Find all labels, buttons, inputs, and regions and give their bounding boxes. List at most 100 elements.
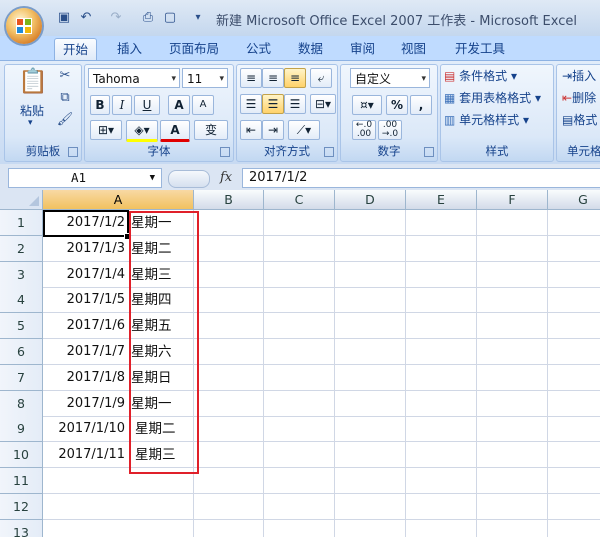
- orientation-button[interactable]: ⟋▾: [288, 120, 320, 140]
- formula-bar-splitter[interactable]: [168, 170, 210, 188]
- dialog-launcher-icon[interactable]: [424, 147, 434, 157]
- borders-button[interactable]: ⊞▾: [90, 120, 122, 140]
- dialog-launcher-icon[interactable]: [68, 147, 78, 157]
- column-header-f[interactable]: F: [477, 190, 548, 210]
- delete-cells-button[interactable]: ⇤删除: [562, 88, 600, 108]
- decrease-indent-button[interactable]: ⇤: [240, 120, 262, 140]
- align-middle-button[interactable]: ≡: [262, 68, 284, 88]
- wrap-text-button[interactable]: ⤶: [310, 68, 332, 88]
- row-header[interactable]: 1: [0, 210, 43, 236]
- increase-indent-button[interactable]: ⇥: [262, 120, 284, 140]
- decrease-decimal-button[interactable]: .00 →.0: [378, 120, 402, 140]
- date-cell[interactable]: 2017/1/9: [43, 391, 127, 417]
- font-color-button[interactable]: A: [160, 120, 190, 142]
- comma-style-button[interactable]: ,: [410, 95, 432, 115]
- delete-cells-icon: ⇤: [562, 91, 573, 105]
- align-right-button[interactable]: ☰: [284, 94, 306, 114]
- date-cell[interactable]: 2017/1/3: [43, 236, 127, 262]
- row-header[interactable]: 2: [0, 236, 43, 262]
- date-cell[interactable]: 2017/1/11: [43, 442, 127, 468]
- worksheet-grid[interactable]: A B C D E F G 1 2017/1/2 星期一 2 2017/1/3 星期二 3 2…: [0, 190, 600, 537]
- tab-formulas[interactable]: 公式: [238, 38, 279, 60]
- row-header[interactable]: 3: [0, 262, 43, 288]
- paste-button[interactable]: 粘贴: [14, 102, 50, 119]
- underline-button[interactable]: U: [134, 95, 160, 115]
- align-center-button[interactable]: ☰: [262, 94, 284, 114]
- format-cells-button[interactable]: ▤格式: [562, 110, 600, 130]
- merge-center-button[interactable]: ⊟▾: [310, 94, 336, 114]
- date-cell[interactable]: 2017/1/4: [43, 262, 127, 288]
- column-header-a[interactable]: A: [43, 190, 194, 210]
- tab-insert[interactable]: 插入: [109, 38, 150, 60]
- date-cell[interactable]: 2017/1/10: [43, 416, 127, 442]
- bold-button[interactable]: B: [90, 95, 110, 115]
- fill-color-button[interactable]: ◈▾: [126, 120, 158, 142]
- number-format-select[interactable]: 自定义 ▾: [350, 68, 430, 88]
- phonetic-button[interactable]: 变: [194, 120, 228, 140]
- align-top-icon: ≡: [245, 71, 257, 85]
- date-cell[interactable]: 2017/1/5: [43, 287, 127, 313]
- tab-data[interactable]: 数据: [290, 38, 331, 60]
- accounting-format-button[interactable]: ¤▾: [352, 95, 382, 115]
- row-header[interactable]: 11: [0, 468, 43, 494]
- undo-icon[interactable]: ↶: [78, 10, 94, 26]
- print-preview-icon[interactable]: ⎙: [140, 10, 156, 26]
- tab-developer[interactable]: 开发工具: [447, 38, 513, 60]
- column-header-c[interactable]: C: [264, 190, 335, 210]
- formula-input[interactable]: 2017/1/2: [242, 168, 600, 188]
- redo-icon[interactable]: ↷: [108, 10, 124, 26]
- tab-review[interactable]: 审阅: [342, 38, 383, 60]
- date-cell[interactable]: 2017/1/7: [43, 339, 127, 365]
- row-header[interactable]: 6: [0, 339, 43, 365]
- select-all-corner[interactable]: [0, 190, 43, 210]
- tab-home[interactable]: 开始: [54, 38, 98, 61]
- paste-icon[interactable]: 📋: [18, 66, 48, 96]
- dialog-launcher-icon[interactable]: [220, 147, 230, 157]
- office-button[interactable]: [6, 8, 42, 44]
- conditional-formatting-button[interactable]: ▤ 条件格式 ▾: [444, 66, 550, 86]
- format-painter-icon[interactable]: 🖌: [56, 110, 74, 130]
- align-top-button[interactable]: ≡: [240, 68, 262, 88]
- copy-icon[interactable]: ⧉: [56, 88, 74, 108]
- row-header[interactable]: 10: [0, 442, 43, 468]
- date-cell[interactable]: 2017/1/6: [43, 313, 127, 339]
- chevron-down-icon: ▾: [219, 74, 224, 84]
- paste-dropdown-icon[interactable]: ▾: [28, 118, 33, 128]
- date-cell[interactable]: 2017/1/8: [43, 365, 127, 391]
- row-header[interactable]: 8: [0, 391, 43, 417]
- increase-decimal-button[interactable]: ←.0.00: [352, 120, 376, 140]
- tab-view[interactable]: 视图: [393, 38, 434, 60]
- percent-button[interactable]: %: [386, 95, 408, 115]
- tab-page-layout[interactable]: 页面布局: [161, 38, 227, 60]
- save-icon[interactable]: ▣: [56, 10, 72, 26]
- row-header[interactable]: 13: [0, 520, 43, 537]
- row-header[interactable]: 12: [0, 494, 43, 520]
- cell-styles-button[interactable]: ▥ 单元格样式 ▾: [444, 110, 550, 130]
- cut-icon[interactable]: ✂: [56, 66, 74, 86]
- cell-styles-icon: ▥: [444, 113, 456, 127]
- column-header-e[interactable]: E: [406, 190, 477, 210]
- column-header-b[interactable]: B: [194, 190, 264, 210]
- font-name-select[interactable]: Tahoma ▾: [88, 68, 180, 88]
- italic-button[interactable]: I: [112, 95, 132, 115]
- insert-cells-button[interactable]: ⇥插入: [562, 66, 600, 86]
- column-header-g[interactable]: G: [548, 190, 600, 210]
- row-header[interactable]: 7: [0, 365, 43, 391]
- insert-function-button[interactable]: fx: [220, 168, 238, 188]
- gridline: [334, 210, 335, 537]
- dialog-launcher-icon[interactable]: [324, 147, 334, 157]
- shrink-font-button[interactable]: A: [192, 95, 214, 115]
- column-header-d[interactable]: D: [335, 190, 406, 210]
- row-header[interactable]: 4: [0, 287, 43, 313]
- font-size-select[interactable]: 11 ▾: [182, 68, 228, 88]
- row-header[interactable]: 9: [0, 416, 43, 442]
- format-as-table-button[interactable]: ▦ 套用表格格式 ▾: [444, 88, 550, 108]
- new-icon[interactable]: ▢: [162, 10, 178, 26]
- name-box[interactable]: A1 ▼: [8, 168, 162, 188]
- align-right-icon: ☰: [289, 97, 301, 111]
- align-left-button[interactable]: ☰: [240, 94, 262, 114]
- grow-font-button[interactable]: A: [168, 95, 190, 115]
- align-bottom-button[interactable]: ≡: [284, 68, 306, 88]
- row-header[interactable]: 5: [0, 313, 43, 339]
- customize-icon[interactable]: ▾: [190, 10, 206, 26]
